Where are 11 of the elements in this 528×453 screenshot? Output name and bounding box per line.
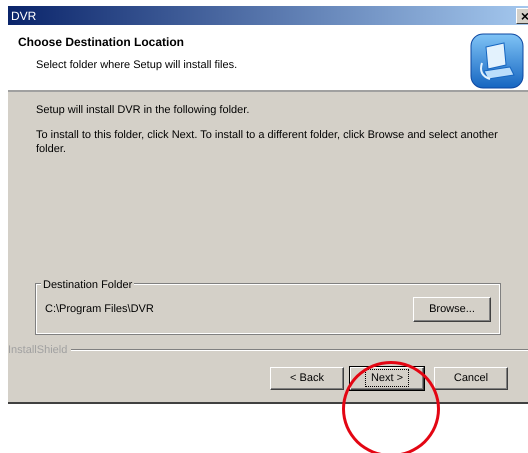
window-title: DVR <box>11 8 36 24</box>
cancel-button[interactable]: Cancel <box>434 366 508 390</box>
computer-icon <box>470 33 524 89</box>
next-button[interactable]: Next > <box>350 366 424 390</box>
page-title: Choose Destination Location <box>18 34 186 51</box>
page-subtitle: Select folder where Setup will install files. <box>35 58 238 73</box>
back-button[interactable]: < Back <box>270 366 344 390</box>
instruction-text: Setup will install DVR in the following folder. <box>36 103 250 117</box>
folder-path: C:\Program Files\DVR <box>45 302 154 318</box>
browse-button[interactable]: Browse... <box>413 297 491 322</box>
instruction-text: To install to this folder, click Next. To install to a different folder, click Browse and select another folder. <box>36 128 499 156</box>
